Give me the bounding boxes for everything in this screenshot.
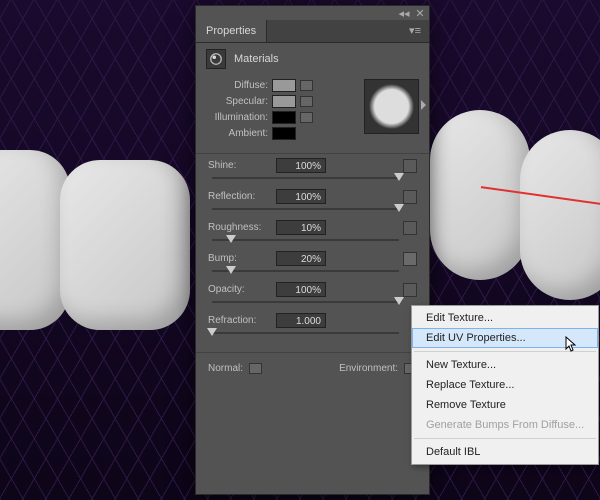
normal-label: Normal: [208, 363, 243, 374]
illumination-label: Illumination: [206, 112, 268, 123]
opacity-slider[interactable] [212, 301, 399, 303]
reflection-row: Reflection: 100% [208, 189, 417, 210]
opacity-value[interactable]: 100% [276, 282, 326, 297]
ambient-label: Ambient: [206, 128, 268, 139]
roughness-value[interactable]: 10% [276, 220, 326, 235]
properties-panel: ◂◂ ✕ Properties ▾≡ Materials Diffuse: Sp… [195, 5, 430, 495]
illumination-color-swatch[interactable] [272, 111, 296, 124]
material-preview-sphere[interactable] [364, 79, 419, 134]
collapse-icon[interactable]: ◂◂ [399, 8, 409, 18]
diffuse-color-swatch[interactable] [272, 79, 296, 92]
roughness-texture-picker[interactable] [403, 221, 417, 235]
materials-title: Materials [234, 53, 279, 65]
reflection-label: Reflection: [208, 191, 270, 202]
menu-generate-bumps: Generate Bumps From Diffuse... [412, 415, 598, 435]
specular-label: Specular: [206, 96, 268, 107]
shine-row: Shine: 100% [208, 158, 417, 179]
shine-label: Shine: [208, 160, 270, 171]
cursor-icon [565, 336, 579, 354]
illumination-texture-picker[interactable] [300, 112, 313, 123]
opacity-label: Opacity: [208, 284, 270, 295]
bump-row: Bump: 20% [208, 251, 417, 272]
mesh-object [60, 160, 190, 330]
mesh-object [520, 130, 600, 300]
roughness-slider[interactable] [212, 239, 399, 241]
refraction-slider[interactable] [212, 332, 399, 334]
specular-texture-picker[interactable] [300, 96, 313, 107]
close-icon[interactable]: ✕ [415, 8, 425, 18]
menu-remove-texture[interactable]: Remove Texture [412, 395, 598, 415]
normal-picker[interactable] [249, 363, 262, 374]
mesh-object [430, 110, 530, 280]
environment-label: Environment: [339, 363, 398, 374]
panel-bottom-row: Normal: Environment: [196, 352, 429, 384]
menu-new-texture[interactable]: New Texture... [412, 355, 598, 375]
menu-edit-texture[interactable]: Edit Texture... [412, 308, 598, 328]
refraction-value[interactable]: 1.000 [276, 313, 326, 328]
shine-value[interactable]: 100% [276, 158, 326, 173]
shine-texture-picker[interactable] [403, 159, 417, 173]
diffuse-label: Diffuse: [206, 80, 268, 91]
material-swatches: Diffuse: Specular: Illumination: Ambient… [196, 75, 429, 153]
bump-texture-picker[interactable] [403, 252, 417, 266]
panel-menu-icon[interactable]: ▾≡ [401, 20, 429, 42]
context-menu: Edit Texture... Edit UV Properties... Ne… [411, 305, 599, 465]
menu-default-ibl[interactable]: Default IBL [412, 442, 598, 462]
reflection-value[interactable]: 100% [276, 189, 326, 204]
bump-slider[interactable] [212, 270, 399, 272]
ambient-color-swatch[interactable] [272, 127, 296, 140]
refraction-label: Refraction: [208, 315, 270, 326]
diffuse-texture-picker[interactable] [300, 80, 313, 91]
reflection-texture-picker[interactable] [403, 190, 417, 204]
opacity-texture-picker[interactable] [403, 283, 417, 297]
opacity-row: Opacity: 100% [208, 282, 417, 303]
roughness-row: Roughness: 10% [208, 220, 417, 241]
panel-header-controls: ◂◂ ✕ [196, 6, 429, 20]
panel-tab-bar: Properties ▾≡ [196, 20, 429, 43]
menu-replace-texture[interactable]: Replace Texture... [412, 375, 598, 395]
tab-properties[interactable]: Properties [196, 20, 267, 42]
roughness-label: Roughness: [208, 222, 270, 233]
shine-slider[interactable] [212, 177, 399, 179]
bump-value[interactable]: 20% [276, 251, 326, 266]
materials-icon [206, 49, 226, 69]
refraction-row: Refraction: 1.000 [208, 313, 417, 334]
specular-color-swatch[interactable] [272, 95, 296, 108]
menu-separator [414, 438, 596, 439]
materials-section-header: Materials [196, 43, 429, 75]
reflection-slider[interactable] [212, 208, 399, 210]
bump-label: Bump: [208, 253, 270, 264]
